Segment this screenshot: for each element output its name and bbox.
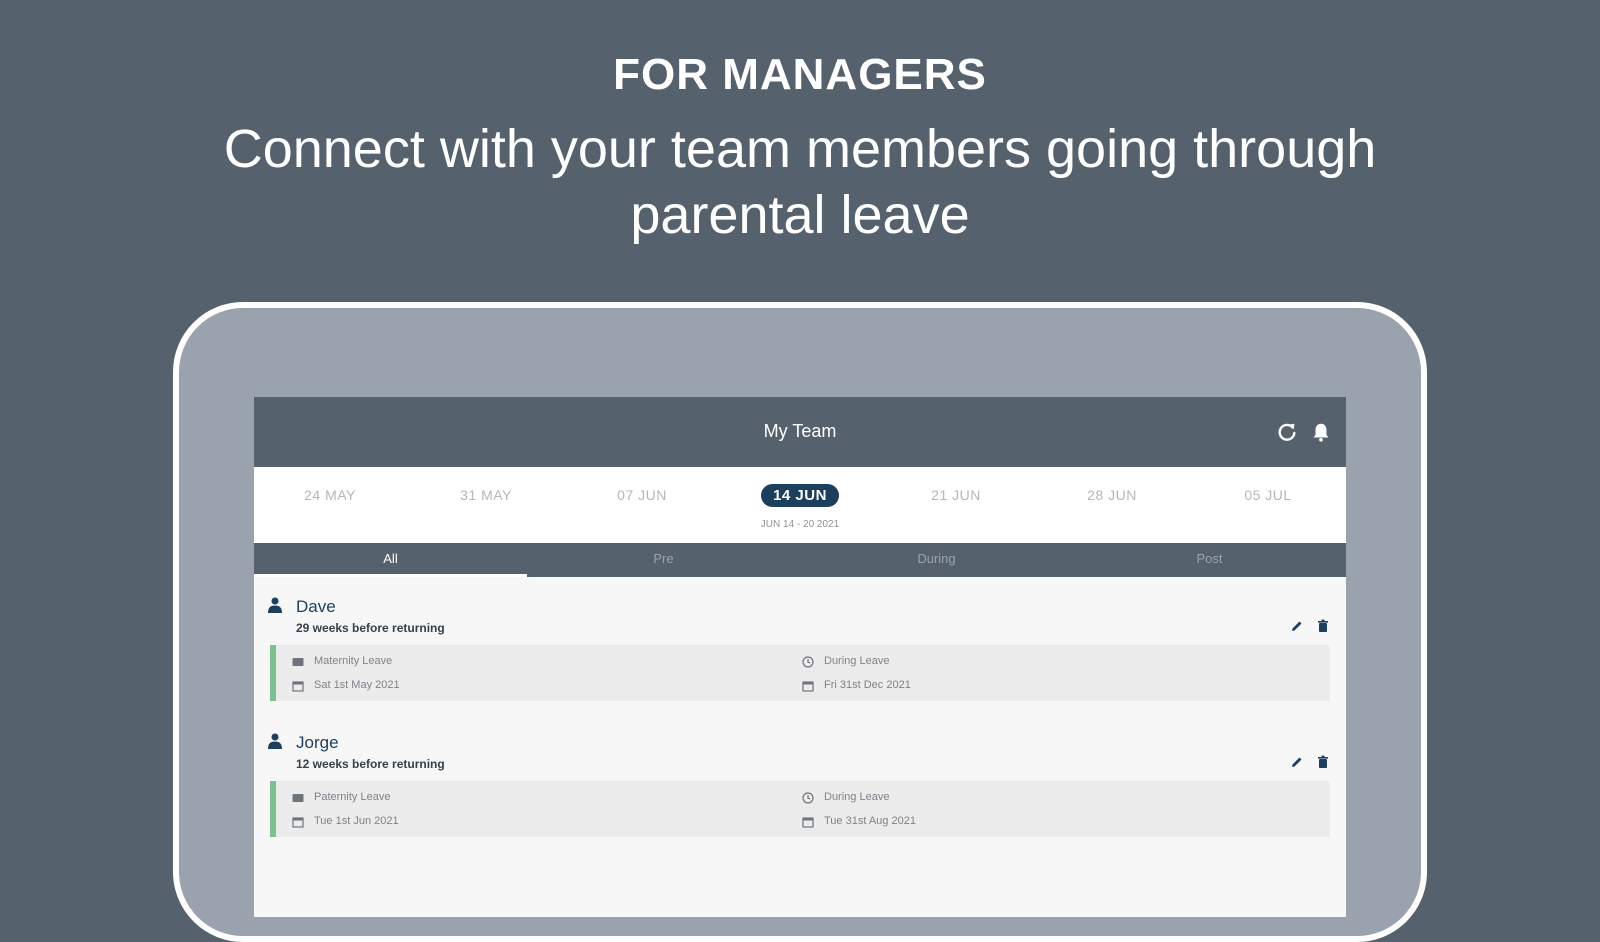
tab-during[interactable]: During — [800, 543, 1073, 577]
person-icon — [268, 733, 282, 749]
trash-icon[interactable] — [1316, 619, 1330, 633]
week-range: JUN 14 - 20 2021 — [760, 519, 840, 530]
calendar-icon — [292, 817, 304, 828]
calendar-icon — [802, 681, 814, 692]
tab-post[interactable]: Post — [1073, 543, 1346, 577]
member-name[interactable]: Dave — [296, 597, 336, 617]
leave-details-card: Maternity Leave Sat 1st May 2021 During … — [270, 645, 1330, 701]
hero-eyebrow: FOR MANAGERS — [613, 50, 987, 99]
filter-tabs: All Pre During Post — [254, 543, 1346, 577]
week-28-jun[interactable]: 28 JUN — [1052, 487, 1172, 503]
refresh-icon[interactable] — [1276, 421, 1298, 443]
team-member-item[interactable]: Dave 29 weeks before returning Maternity… — [254, 593, 1346, 723]
id-card-icon — [292, 794, 304, 802]
hero-headline: Connect with your team members going thr… — [223, 119, 1377, 245]
week-21-jun[interactable]: 21 JUN — [896, 487, 1016, 503]
trash-icon[interactable] — [1316, 755, 1330, 769]
week-07-jun[interactable]: 07 JUN — [582, 487, 702, 503]
app-bar: My Team — [254, 397, 1346, 467]
id-card-icon — [292, 658, 304, 666]
week-selector: 24 MAY 31 MAY 07 JUN 14 JUN 21 JUN 28 JU… — [254, 467, 1346, 543]
week-24-may[interactable]: 24 MAY — [270, 487, 390, 503]
clock-icon — [802, 792, 814, 804]
app-screen: My Team 24 MAY 31 MAY 07 JUN 14 JUN 21 J… — [254, 397, 1346, 917]
week-14-jun-selected[interactable]: 14 JUN — [740, 484, 860, 507]
tab-pre[interactable]: Pre — [527, 543, 800, 577]
clock-icon — [802, 656, 814, 668]
tab-all[interactable]: All — [254, 543, 527, 577]
edit-icon[interactable] — [1290, 619, 1304, 633]
member-name[interactable]: Jorge — [296, 733, 339, 753]
weeks-before-returning: 12 weeks before returning — [296, 757, 445, 771]
team-member-item[interactable]: Jorge 12 weeks before returning Paternit… — [254, 729, 1346, 859]
bell-icon[interactable] — [1310, 421, 1332, 443]
person-icon — [268, 597, 282, 613]
edit-icon[interactable] — [1290, 755, 1304, 769]
week-05-jul[interactable]: 05 JUL — [1208, 487, 1328, 503]
weeks-before-returning: 29 weeks before returning — [296, 621, 445, 635]
leave-details-card: Paternity Leave Tue 1st Jun 2021 During … — [270, 781, 1330, 837]
calendar-icon — [802, 817, 814, 828]
page-title: My Team — [763, 421, 837, 441]
week-31-may[interactable]: 31 MAY — [426, 487, 546, 503]
calendar-icon — [292, 681, 304, 692]
